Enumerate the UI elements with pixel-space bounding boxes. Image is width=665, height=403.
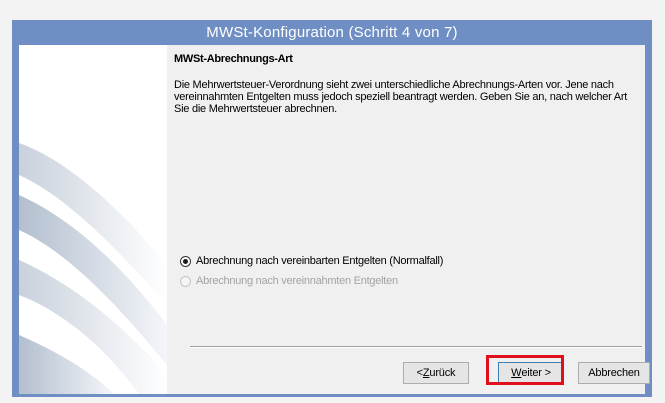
button-separator — [190, 346, 642, 348]
wizard-content-panel: MWSt-Abrechnungs-Art Die Mehrwertsteuer-… — [167, 45, 650, 394]
page-heading: MWSt-Abrechnungs-Art — [174, 53, 293, 65]
radio-label[interactable]: Abrechnung nach vereinbarten Entgelten (… — [196, 255, 443, 267]
wizard-sidebar-graphic — [19, 45, 167, 394]
sidebar-swoosh-graphic — [19, 45, 167, 394]
back-label-rest: urück — [429, 367, 456, 379]
page-description: Die Mehrwertsteuer-Verordnung sieht zwei… — [174, 79, 628, 115]
radio-button-checked[interactable] — [180, 255, 191, 267]
next-button[interactable]: Weiter > — [498, 362, 564, 384]
radio-label: Abrechnung nach vereinnahmten Entgelten — [196, 275, 398, 287]
wizard-window: MWSt-Konfiguration (Schritt 4 von 7) MWS… — [12, 20, 652, 397]
radio-option-vereinnahmt: Abrechnung nach vereinnahmten Entgelten — [180, 275, 398, 287]
back-button[interactable]: < Zurück — [403, 362, 469, 384]
next-mnemonic: W — [511, 367, 522, 379]
window-title: MWSt-Konfiguration (Schritt 4 von 7) — [206, 24, 458, 41]
next-label-rest: eiter > — [521, 367, 551, 379]
radio-option-vereinbart[interactable]: Abrechnung nach vereinbarten Entgelten (… — [180, 255, 443, 267]
cancel-button[interactable]: Abbrechen — [578, 362, 650, 384]
radio-button-disabled — [180, 275, 191, 287]
